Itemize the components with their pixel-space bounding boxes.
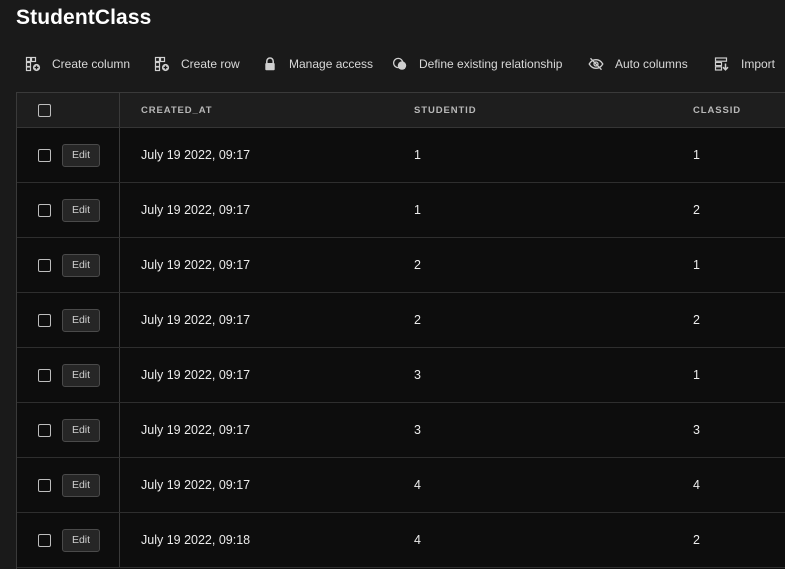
- cell-studentid: 3: [414, 368, 421, 382]
- edit-row-button[interactable]: Edit: [62, 199, 100, 222]
- row-checkbox[interactable]: [38, 314, 51, 327]
- create-column-icon: [25, 56, 41, 72]
- cell-studentid: 4: [414, 478, 421, 492]
- row-checkbox[interactable]: [38, 479, 51, 492]
- edit-row-button[interactable]: Edit: [62, 474, 100, 497]
- column-divider: [119, 513, 120, 567]
- cell-created-at: July 19 2022, 09:17: [141, 313, 251, 327]
- cell-classid: 1: [693, 148, 700, 162]
- manage-access-button[interactable]: Manage access: [262, 52, 373, 76]
- cell-studentid: 1: [414, 148, 421, 162]
- edit-row-button[interactable]: Edit: [62, 144, 100, 167]
- cell-classid: 1: [693, 258, 700, 272]
- edit-row-button[interactable]: Edit: [62, 364, 100, 387]
- cell-created-at: July 19 2022, 09:17: [141, 368, 251, 382]
- table-row: Edit July 19 2022, 09:17 3 1: [17, 348, 785, 403]
- toolbar: Create column Create row Manage access D…: [0, 52, 785, 76]
- create-row-button[interactable]: Create row: [154, 52, 240, 76]
- cell-classid: 1: [693, 368, 700, 382]
- cell-classid: 4: [693, 478, 700, 492]
- app-page: StudentClass Create column Create row Ma…: [0, 0, 785, 569]
- lock-icon: [265, 57, 275, 71]
- auto-columns-button[interactable]: Auto columns: [588, 52, 688, 76]
- define-relationship-button[interactable]: Define existing relationship: [392, 52, 562, 76]
- cell-studentid: 1: [414, 203, 421, 217]
- column-divider: [119, 238, 120, 292]
- cell-created-at: July 19 2022, 09:17: [141, 148, 251, 162]
- define-relationship-label: Define existing relationship: [419, 57, 563, 71]
- create-column-button[interactable]: Create column: [25, 52, 130, 76]
- data-table: CREATED_AT STUDENTID CLASSID Edit July 1…: [16, 92, 785, 569]
- table-row: Edit July 19 2022, 09:17 2 1: [17, 238, 785, 293]
- column-divider: [119, 128, 120, 182]
- column-divider: [119, 93, 120, 127]
- eye-off-icon: [588, 57, 604, 71]
- page-title: StudentClass: [16, 6, 152, 29]
- column-divider: [119, 293, 120, 347]
- table-row: Edit July 19 2022, 09:18 4 2: [17, 513, 785, 568]
- cell-classid: 2: [693, 203, 700, 217]
- cell-classid: 2: [693, 313, 700, 327]
- cell-created-at: July 19 2022, 09:17: [141, 258, 251, 272]
- cell-created-at: July 19 2022, 09:17: [141, 203, 251, 217]
- column-header-classid[interactable]: CLASSID: [693, 93, 741, 128]
- cell-classid: 3: [693, 423, 700, 437]
- column-divider: [119, 458, 120, 512]
- import-button[interactable]: Import: [714, 52, 775, 76]
- row-checkbox[interactable]: [38, 369, 51, 382]
- relationship-icon: [392, 57, 407, 70]
- row-checkbox[interactable]: [38, 204, 51, 217]
- column-divider: [119, 183, 120, 237]
- create-column-label: Create column: [52, 57, 131, 71]
- create-row-icon: [154, 56, 170, 72]
- table-row: Edit July 19 2022, 09:17 2 2: [17, 293, 785, 348]
- cell-created-at: July 19 2022, 09:17: [141, 478, 251, 492]
- row-checkbox[interactable]: [38, 534, 51, 547]
- edit-row-button[interactable]: Edit: [62, 254, 100, 277]
- table-row: Edit July 19 2022, 09:17 1 2: [17, 183, 785, 238]
- import-icon: [714, 57, 729, 71]
- import-label: Import: [741, 57, 776, 71]
- row-checkbox[interactable]: [38, 259, 51, 272]
- table-row: Edit July 19 2022, 09:17 1 1: [17, 128, 785, 183]
- edit-row-button[interactable]: Edit: [62, 419, 100, 442]
- table-header: CREATED_AT STUDENTID CLASSID: [17, 93, 785, 128]
- edit-row-button[interactable]: Edit: [62, 529, 100, 552]
- row-checkbox[interactable]: [38, 149, 51, 162]
- column-divider: [119, 348, 120, 402]
- row-checkbox[interactable]: [38, 424, 51, 437]
- cell-studentid: 2: [414, 313, 421, 327]
- cell-studentid: 3: [414, 423, 421, 437]
- create-row-label: Create row: [181, 57, 240, 71]
- edit-row-button[interactable]: Edit: [62, 309, 100, 332]
- column-header-studentid[interactable]: STUDENTID: [414, 93, 476, 128]
- column-divider: [119, 403, 120, 457]
- cell-created-at: July 19 2022, 09:18: [141, 533, 251, 547]
- column-header-created-at[interactable]: CREATED_AT: [141, 93, 212, 128]
- cell-studentid: 4: [414, 533, 421, 547]
- table-row: Edit July 19 2022, 09:17 4 4: [17, 458, 785, 513]
- cell-studentid: 2: [414, 258, 421, 272]
- select-all-checkbox[interactable]: [38, 104, 51, 117]
- auto-columns-label: Auto columns: [615, 57, 688, 71]
- cell-created-at: July 19 2022, 09:17: [141, 423, 251, 437]
- table-row: Edit July 19 2022, 09:17 3 3: [17, 403, 785, 458]
- cell-classid: 2: [693, 533, 700, 547]
- manage-access-label: Manage access: [289, 57, 374, 71]
